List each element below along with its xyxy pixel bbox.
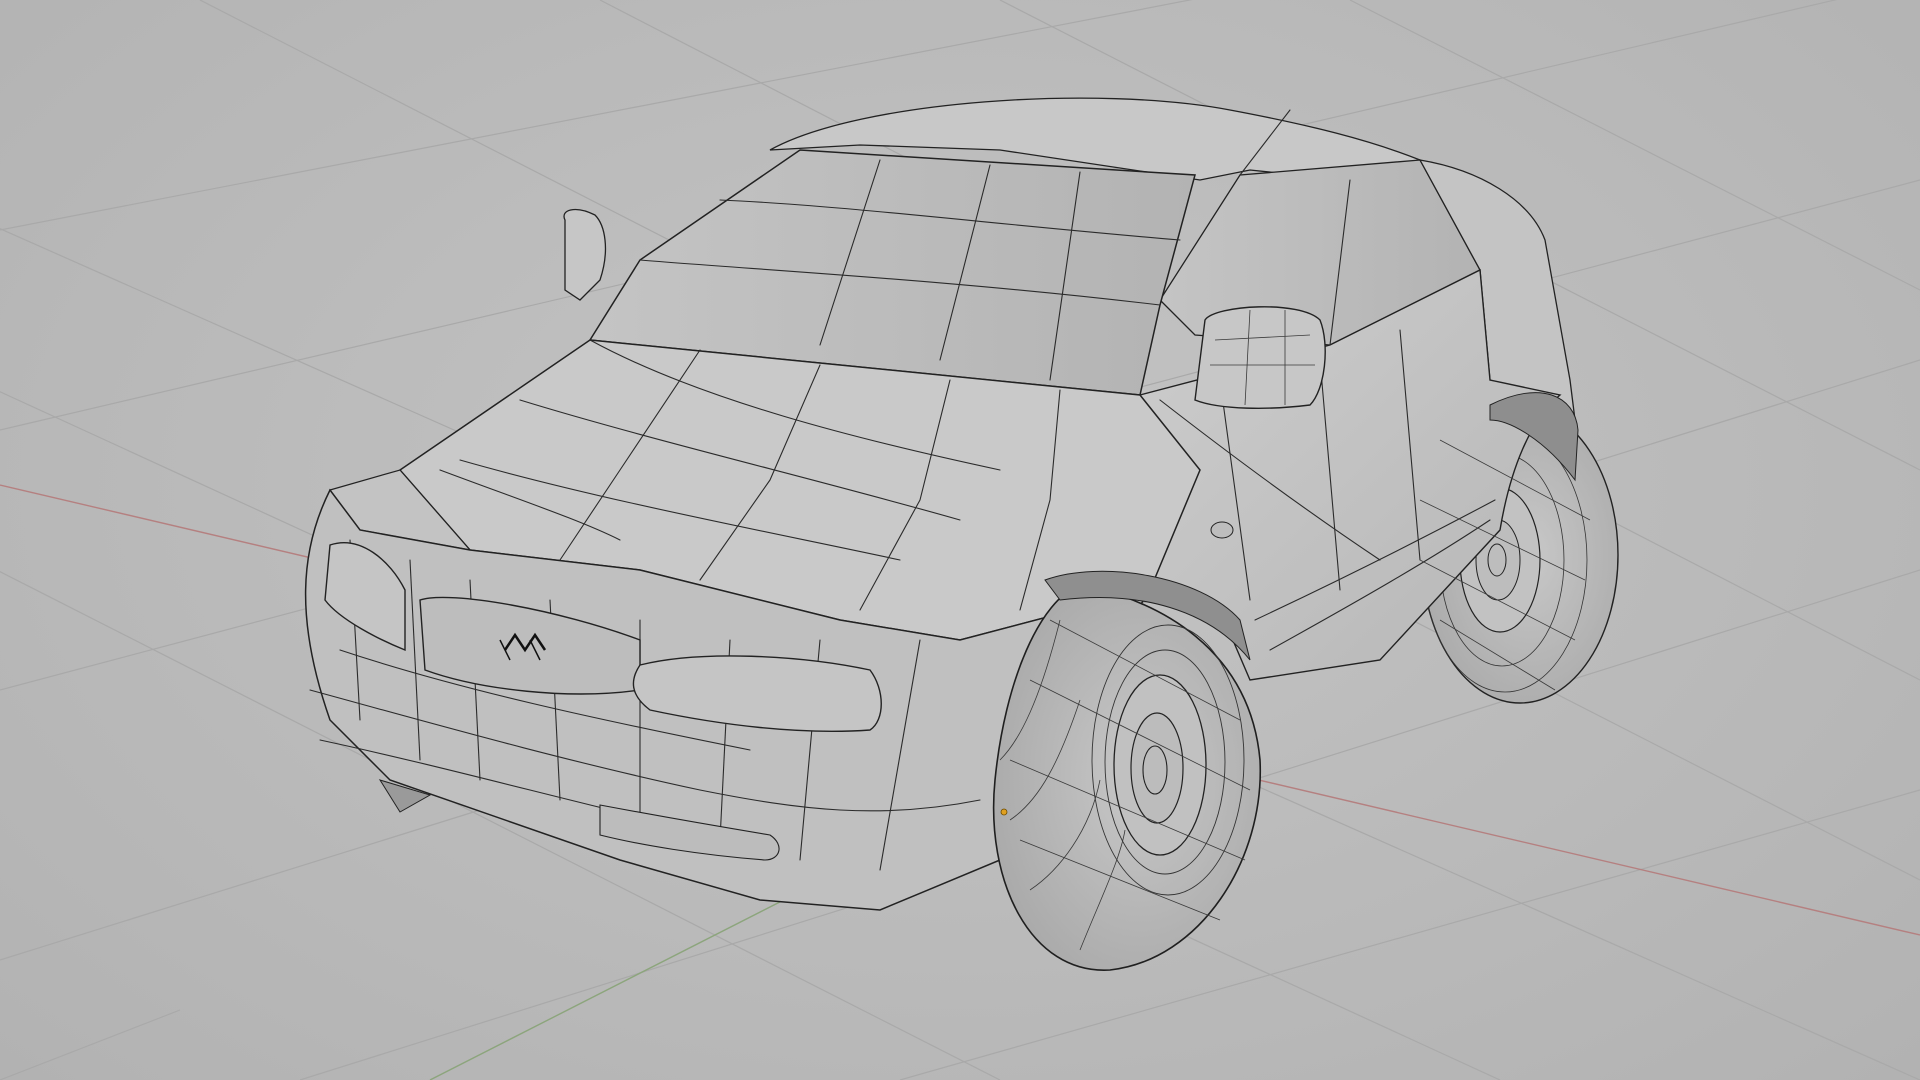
left-side-mirror [563,208,607,301]
3d-viewport[interactable] [0,0,1920,1080]
viewport-canvas[interactable] [0,0,1920,1080]
car-model[interactable] [304,97,1576,911]
front-right-wheel [992,584,1261,971]
right-side-mirror [1194,306,1326,409]
fuel-cap [1210,521,1234,539]
object-origin-point[interactable] [1000,808,1008,816]
